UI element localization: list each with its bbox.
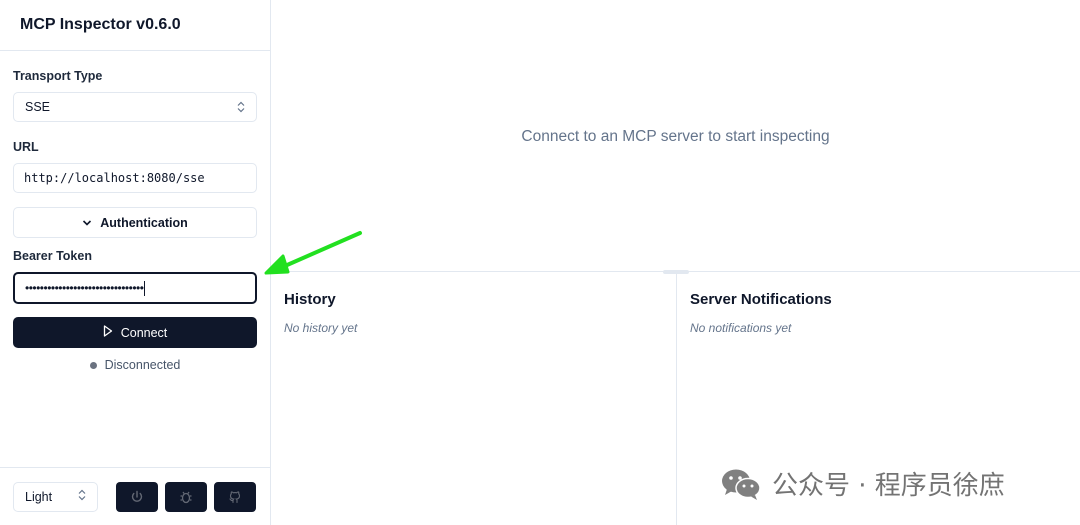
power-button[interactable] xyxy=(116,481,158,512)
bearer-token-input[interactable]: •••••••••••••••••••••••••••••••• xyxy=(13,272,257,304)
sidebar-footer: Light xyxy=(0,467,270,525)
chevron-up-down-icon xyxy=(237,101,245,113)
url-input[interactable]: http://localhost:8080/sse xyxy=(13,163,257,193)
wechat-icon xyxy=(722,469,761,500)
connection-form: Transport Type SSE URL http://localhost:… xyxy=(0,51,270,372)
transport-type-select[interactable]: SSE xyxy=(13,92,257,122)
empty-state-message: Connect to an MCP server to start inspec… xyxy=(521,127,830,145)
server-notifications-title: Server Notifications xyxy=(690,291,832,308)
text-caret xyxy=(144,280,146,296)
bearer-token-value: •••••••••••••••••••••••••••••••• xyxy=(25,281,144,295)
history-panel: History No history yet xyxy=(271,273,677,525)
status-dot xyxy=(89,361,97,369)
notifications-empty-text: No notifications yet xyxy=(690,321,792,335)
app-title: MCP Inspector v0.6.0 xyxy=(20,16,181,33)
sidebar-header: MCP Inspector v0.6.0 xyxy=(0,0,270,51)
authentication-button[interactable]: Authentication xyxy=(13,207,257,238)
sidebar: MCP Inspector v0.6.0 Transport Type SSE … xyxy=(0,0,271,525)
url-label: URL xyxy=(13,140,39,154)
watermark-text: 公众号 · 程序员徐庶 xyxy=(772,471,1005,501)
transport-type-label: Transport Type xyxy=(13,69,103,83)
theme-select-value: Light xyxy=(25,489,53,504)
connection-status: Disconnected xyxy=(13,358,257,372)
main-content-area: Connect to an MCP server to start inspec… xyxy=(271,0,1080,272)
authentication-button-label: Authentication xyxy=(100,215,188,230)
transport-type-value: SSE xyxy=(25,100,51,114)
power-icon xyxy=(131,490,143,502)
bearer-token-label: Bearer Token xyxy=(13,249,92,263)
history-empty-text: No history yet xyxy=(284,321,358,335)
history-title: History xyxy=(284,291,336,308)
github-icon xyxy=(229,490,241,503)
green-arrow-icon xyxy=(264,231,362,275)
chevron-down-icon xyxy=(82,216,92,230)
bug-icon xyxy=(180,491,192,503)
github-button[interactable] xyxy=(214,481,256,512)
bug-button[interactable] xyxy=(165,481,207,512)
connect-button-label: Connect xyxy=(120,325,168,340)
status-text: Disconnected xyxy=(104,358,181,372)
theme-select[interactable]: Light xyxy=(13,481,98,512)
watermark: 公众号 · 程序员徐庶 xyxy=(720,465,1005,502)
play-icon xyxy=(103,325,113,340)
connect-button[interactable]: Connect xyxy=(13,317,257,348)
chevron-up-down-icon xyxy=(78,489,86,504)
footer-buttons xyxy=(116,481,256,512)
